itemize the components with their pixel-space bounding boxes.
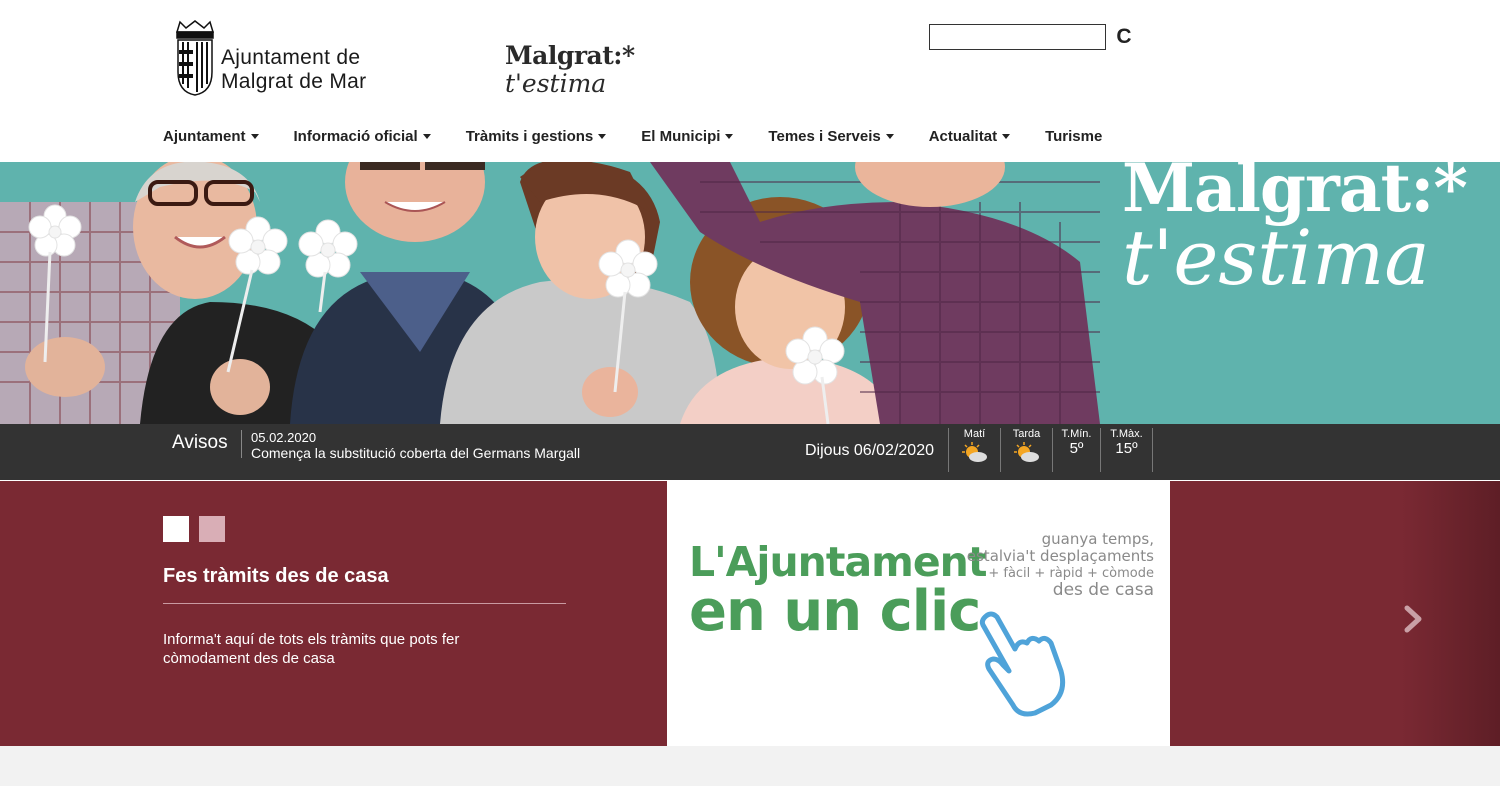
weather-min-temp: T.Mín. 5º [1052, 428, 1100, 472]
max-temp-label: T.Màx. [1110, 428, 1143, 440]
slider-right-area [1170, 481, 1500, 746]
notice-link[interactable]: Comença la substitució coberta del Germa… [251, 445, 580, 461]
promo-line-2: en un clic [689, 579, 981, 644]
site-logo-text[interactable]: Ajuntament de Malgrat de Mar [221, 46, 366, 94]
nav-item-ajuntament[interactable]: Ajuntament [163, 128, 259, 145]
promo-tagline: guanya temps, estalvia't desplaçaments +… [967, 531, 1154, 599]
caret-down-icon [250, 134, 259, 139]
caret-down-icon [422, 134, 431, 139]
sun-cloud-icon [961, 442, 987, 462]
main-nav: Ajuntament Informació oficial Tràmits i … [163, 128, 1137, 145]
nav-label: Turisme [1045, 128, 1103, 145]
nav-item-el-municipi[interactable]: El Municipi [641, 128, 734, 145]
brand-logo[interactable]: Malgrat:* t'estima [505, 42, 635, 98]
nav-item-actualitat[interactable]: Actualitat [928, 128, 1011, 145]
nav-label: Informació oficial [293, 128, 418, 145]
weather-morning-label: Matí [963, 428, 986, 440]
sun-cloud-icon [1013, 442, 1039, 462]
weather-morning: Matí [948, 428, 1000, 472]
municipal-crest-icon[interactable] [174, 20, 216, 96]
notice-date: 05.02.2020 [251, 430, 317, 445]
featured-slider: Fes tràmits des de casa Informa't aquí d… [0, 481, 1500, 746]
slider-dot-1[interactable] [163, 516, 189, 542]
notices-label: Avisos [172, 432, 228, 453]
nav-item-turisme[interactable]: Turisme [1045, 128, 1102, 145]
footer-strip [0, 746, 1500, 786]
nav-item-temes-serveis[interactable]: Temes i Serveis [768, 128, 894, 145]
caret-down-icon [1002, 134, 1011, 139]
caret-down-icon [598, 134, 607, 139]
weather-afternoon-label: Tarda [1012, 428, 1041, 440]
search-input[interactable] [929, 24, 1106, 50]
nav-label: Temes i Serveis [768, 128, 881, 145]
logo-line-1: Ajuntament de [221, 46, 361, 69]
slide-description: Informa't aquí de tots els tràmits que p… [163, 631, 460, 667]
brand-line-2: t'estima [505, 69, 607, 98]
brand-line-1: Malgrat:* [505, 41, 635, 70]
hero-brand-text: Malgrat:* t'estima [1122, 162, 1468, 302]
max-temp-value: 15º [1115, 440, 1138, 457]
slide-title[interactable]: Fes tràmits des de casa [163, 565, 389, 588]
promo-tagline-1: guanya temps, [1041, 530, 1154, 548]
logo-line-2: Malgrat de Mar [221, 70, 367, 93]
hero-brand-line-1: Malgrat:* [1122, 162, 1468, 227]
nav-label: Tràmits i gestions [465, 128, 594, 145]
hero-banner[interactable]: Malgrat:* t'estima [0, 162, 1500, 424]
nav-label: Actualitat [928, 128, 998, 145]
divider [241, 430, 242, 458]
caret-down-icon [885, 134, 894, 139]
promo-banner[interactable]: L'Ajuntament en un clic guanya temps, es… [667, 481, 1170, 746]
nav-label: Ajuntament [163, 128, 246, 145]
promo-headline: L'Ajuntament en un clic [689, 539, 987, 644]
caret-down-icon [725, 134, 734, 139]
promo-tagline-2: estalvia't desplaçaments [966, 547, 1154, 565]
nav-item-tramits-gestions[interactable]: Tràmits i gestions [466, 128, 607, 145]
current-date: Dijous 06/02/2020 [805, 442, 934, 459]
hero-brand-line-2: t'estima [1122, 213, 1430, 302]
pointing-hand-icon [979, 611, 1066, 717]
nav-item-informacio-oficial[interactable]: Informació oficial [294, 128, 431, 145]
min-temp-value: 5º [1069, 440, 1084, 457]
slider-next-arrow-icon[interactable] [1403, 605, 1423, 633]
nav-label: El Municipi [641, 128, 721, 145]
slider-dot-2[interactable] [199, 516, 225, 542]
min-temp-label: T.Mín. [1061, 428, 1092, 440]
promo-tagline-4: des de casa [1052, 580, 1154, 600]
search-button[interactable]: C [1115, 24, 1133, 50]
notice-weather-bar: Avisos 05.02.2020 Comença la substitució… [0, 424, 1500, 480]
weather-max-temp: T.Màx. 15º [1100, 428, 1153, 472]
divider [163, 603, 566, 604]
weather-afternoon: Tarda [1000, 428, 1052, 472]
site-header: Ajuntament de Malgrat de Mar Malgrat:* t… [0, 0, 1500, 162]
